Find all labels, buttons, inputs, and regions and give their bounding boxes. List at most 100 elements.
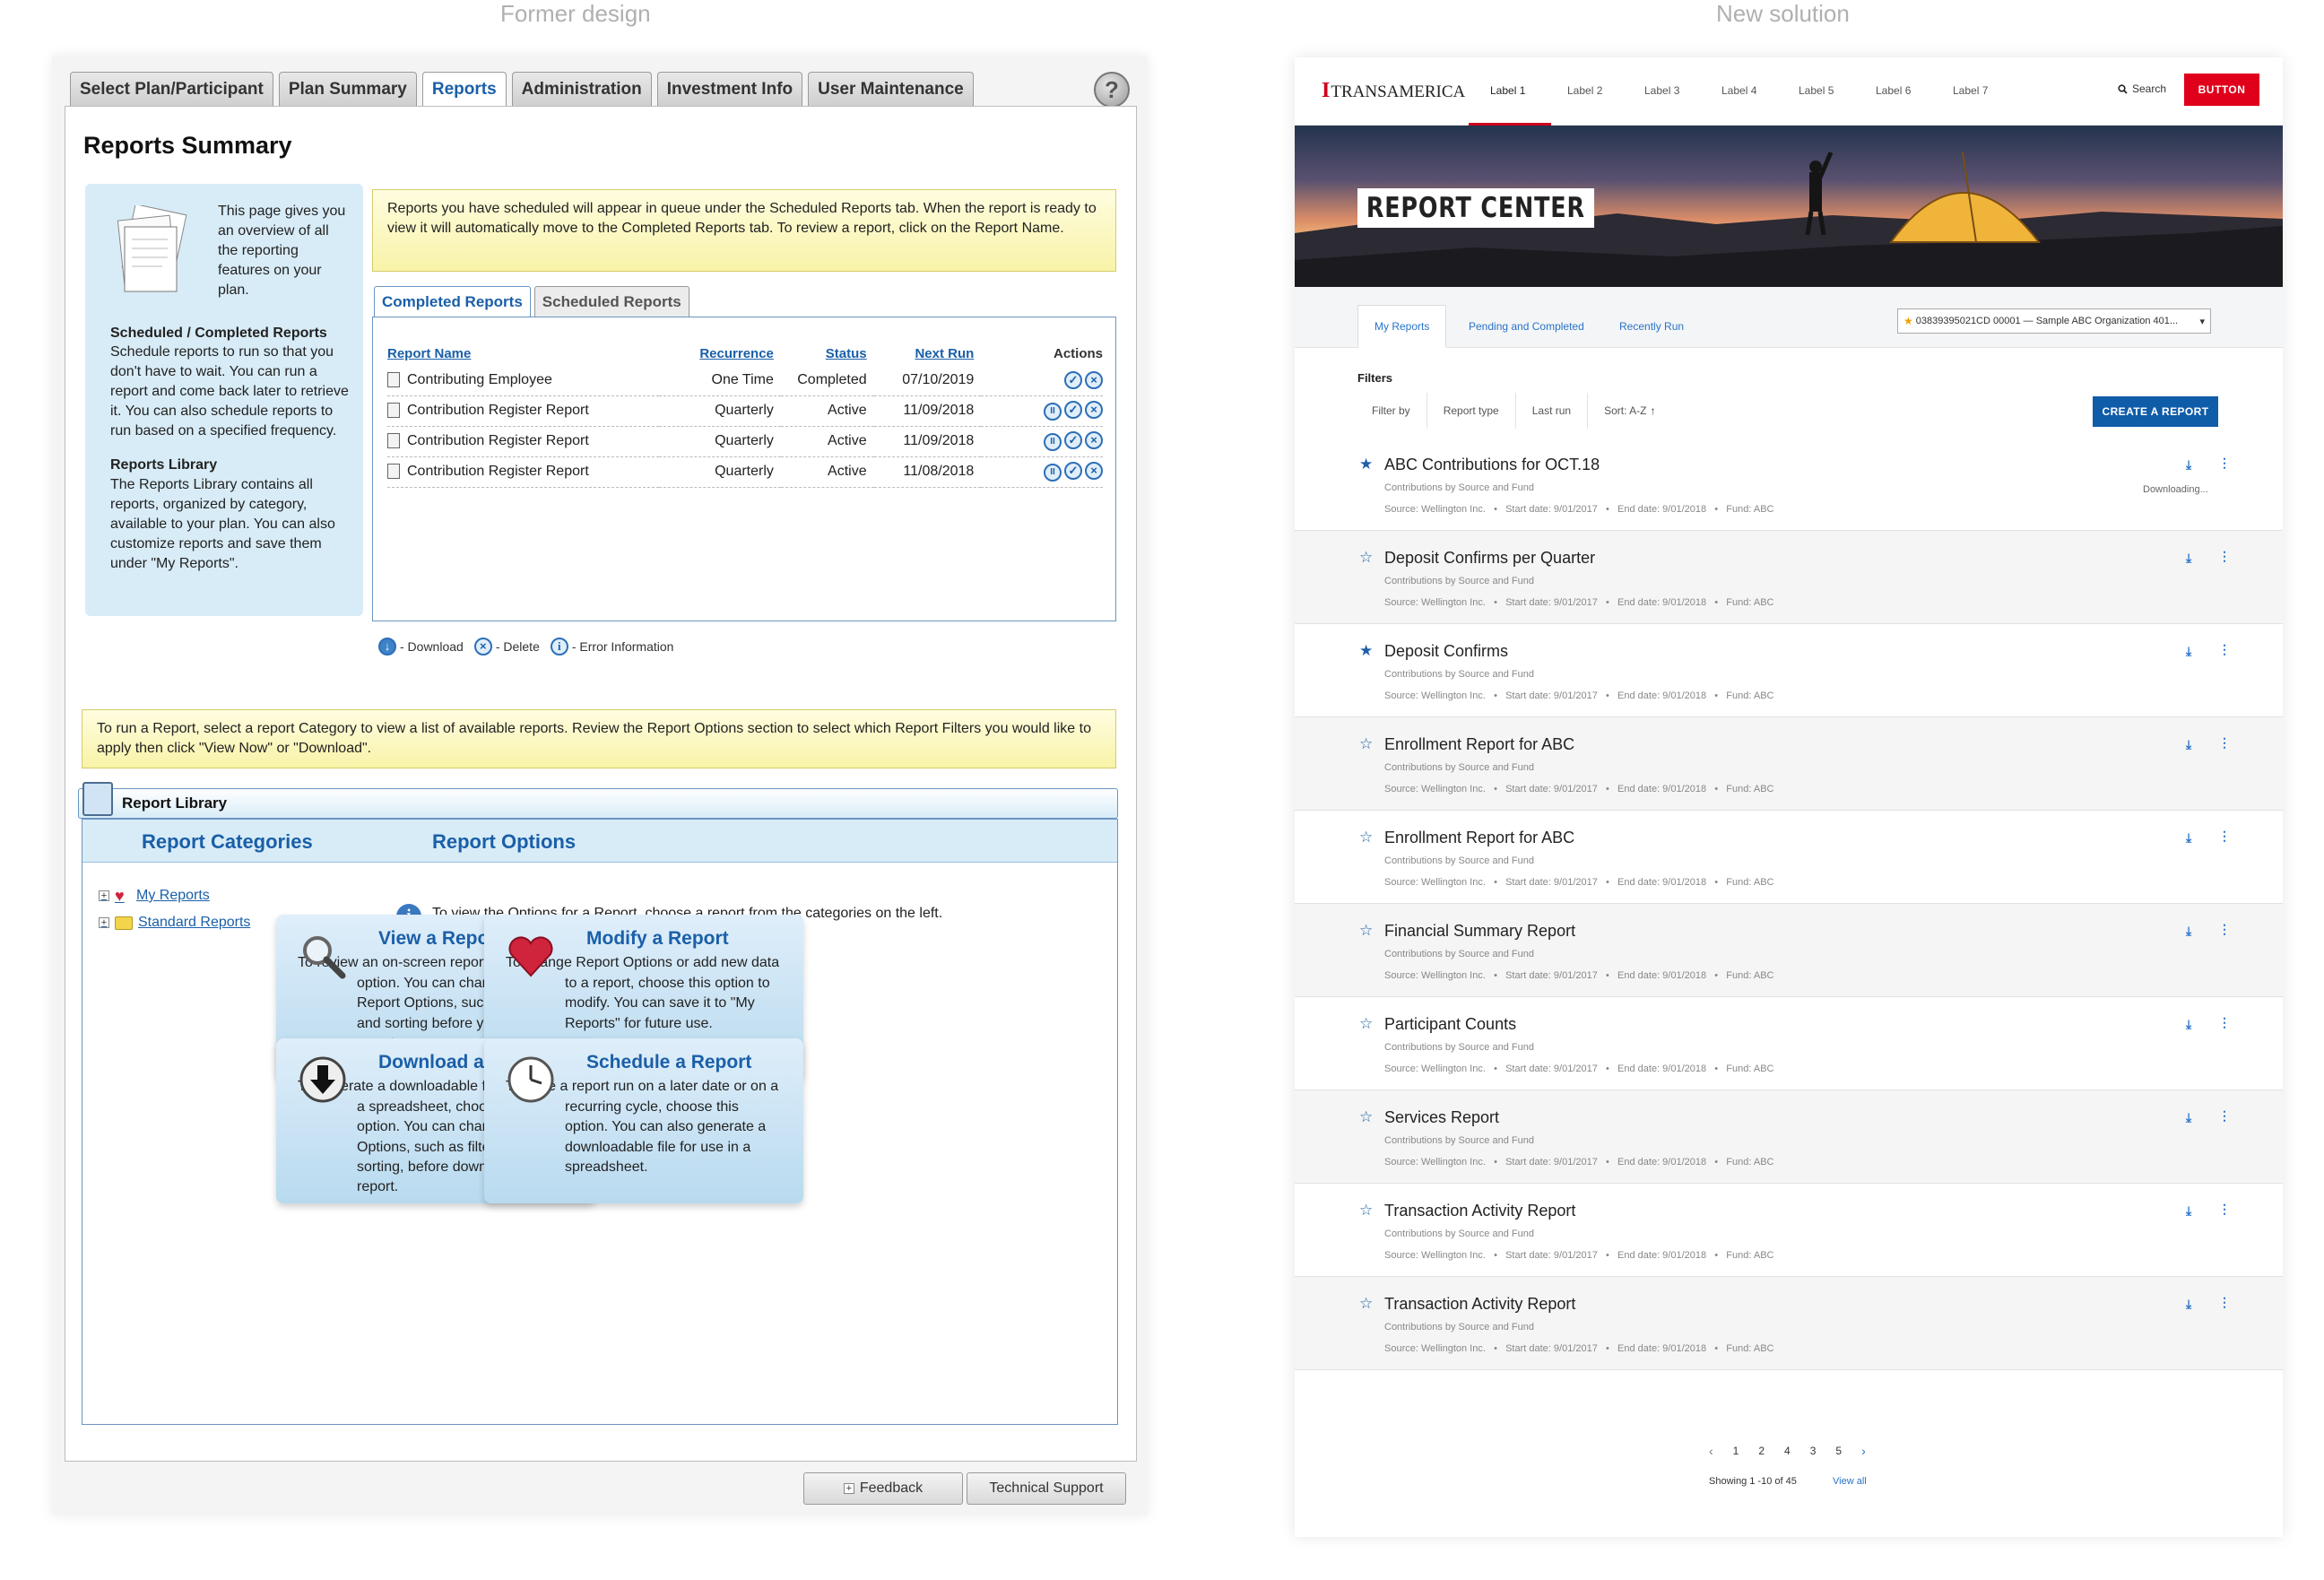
star-outline-icon[interactable]: ☆ xyxy=(1359,1108,1373,1126)
download-icon[interactable]: ⤓ xyxy=(2186,1297,2191,1312)
tree-item-my-reports[interactable]: + ♥ My Reports xyxy=(99,888,210,904)
report-name[interactable]: Contribution Register Report xyxy=(407,433,589,448)
pause-icon[interactable]: II xyxy=(1044,403,1062,421)
filter-filter-by[interactable]: Filter by xyxy=(1357,393,1427,429)
download-check-icon[interactable]: ✓ xyxy=(1064,370,1082,389)
technical-support-button[interactable]: Technical Support xyxy=(967,1472,1126,1505)
page-link[interactable]: 4 xyxy=(1784,1445,1791,1457)
delete-icon[interactable]: × xyxy=(1085,431,1103,449)
expand-icon[interactable]: + xyxy=(99,917,109,928)
report-row[interactable]: ★ Deposit Confirms Contributions by Source… xyxy=(1295,624,2283,717)
page-link[interactable]: 3 xyxy=(1810,1445,1817,1457)
more-icon[interactable]: ⋮ xyxy=(2218,1108,2231,1124)
download-check-icon[interactable]: ✓ xyxy=(1064,401,1082,419)
download-icon[interactable]: ⤓ xyxy=(2186,737,2191,752)
pause-icon[interactable]: II xyxy=(1044,433,1062,451)
tab-my-reports[interactable]: My Reports xyxy=(1357,305,1447,348)
report-title[interactable]: Financial Summary Report xyxy=(1384,922,1575,941)
option-card-schedule-a-report[interactable]: Schedule a Report To have a report run on… xyxy=(484,1038,803,1203)
plan-select-dropdown[interactable]: ★ 03839395021CD 00001 — Sample ABC Organ… xyxy=(1897,308,2211,334)
star-outline-icon[interactable]: ☆ xyxy=(1359,735,1373,753)
star-outline-icon[interactable]: ☆ xyxy=(1359,1202,1373,1220)
page-link[interactable]: 5 xyxy=(1835,1445,1842,1457)
report-name-cell[interactable]: Contribution Register Report xyxy=(387,456,660,488)
create-report-button[interactable]: CREATE A REPORT xyxy=(2093,396,2218,427)
nav-label-3[interactable]: Label 3 xyxy=(1644,84,1679,97)
filter-last-run[interactable]: Last run xyxy=(1516,393,1589,429)
report-row[interactable]: ☆ Services Report Contributions by Source … xyxy=(1295,1090,2283,1184)
more-icon[interactable]: ⋮ xyxy=(2218,1295,2231,1310)
tab-plan-summary[interactable]: Plan Summary xyxy=(278,72,417,106)
more-icon[interactable]: ⋮ xyxy=(2218,1015,2231,1030)
tab-reports[interactable]: Reports xyxy=(421,72,507,106)
report-title[interactable]: Services Report xyxy=(1384,1108,1499,1127)
chevron-right-icon[interactable]: › xyxy=(1861,1444,1866,1458)
view-all-link[interactable]: View all xyxy=(1833,1476,1867,1487)
star-outline-icon[interactable]: ☆ xyxy=(1359,1015,1373,1033)
nav-label-4[interactable]: Label 4 xyxy=(1721,84,1756,97)
report-name[interactable]: Contribution Register Report xyxy=(407,464,589,479)
tab-user-maintenance[interactable]: User Maintenance xyxy=(808,72,974,106)
feedback-button[interactable]: + Feedback xyxy=(803,1472,963,1505)
pause-icon[interactable]: II xyxy=(1044,464,1062,482)
report-row[interactable]: ☆ Deposit Confirms per Quarter Contributio… xyxy=(1295,531,2283,624)
more-icon[interactable]: ⋮ xyxy=(2218,922,2231,937)
download-icon[interactable]: ⤓ xyxy=(2186,457,2191,473)
report-row[interactable]: ☆ Enrollment Report for ABC Contributions … xyxy=(1295,811,2283,904)
help-icon[interactable]: ? xyxy=(1094,72,1130,108)
tab-administration[interactable]: Administration xyxy=(511,72,652,106)
report-title[interactable]: Participant Counts xyxy=(1384,1015,1516,1034)
report-row[interactable]: ☆ Financial Summary Report Contributions b… xyxy=(1295,904,2283,997)
report-name-cell[interactable]: Contribution Register Report xyxy=(387,395,660,427)
report-title[interactable]: Deposit Confirms per Quarter xyxy=(1384,549,1595,568)
download-icon[interactable]: ⤓ xyxy=(2186,924,2191,939)
transamerica-logo[interactable]: I TRANSAMERICA xyxy=(1322,79,1465,103)
tree-item-label[interactable]: My Reports xyxy=(136,888,210,904)
report-row[interactable]: ☆ Participant Counts Contributions by Sour… xyxy=(1295,997,2283,1090)
download-icon[interactable]: ⤓ xyxy=(2186,1017,2191,1032)
report-name[interactable]: Contribution Register Report xyxy=(407,403,589,418)
nav-label-7[interactable]: Label 7 xyxy=(1953,84,1988,97)
nav-label-5[interactable]: Label 5 xyxy=(1799,84,1834,97)
chevron-left-icon[interactable]: ‹ xyxy=(1709,1444,1713,1458)
star-filled-icon[interactable]: ★ xyxy=(1359,642,1373,660)
report-row[interactable]: ☆ Transaction Activity Report Contribution… xyxy=(1295,1277,2283,1370)
filter-report-type[interactable]: Report type xyxy=(1427,393,1516,429)
report-name-cell[interactable]: Contributing Employee xyxy=(387,365,660,396)
tab-completed-reports[interactable]: Completed Reports xyxy=(374,286,531,317)
more-icon[interactable]: ⋮ xyxy=(2218,829,2231,844)
delete-icon[interactable]: × xyxy=(1085,462,1103,480)
nav-label-2[interactable]: Label 2 xyxy=(1567,84,1602,97)
nav-label-1[interactable]: Label 1 xyxy=(1490,84,1525,97)
star-outline-icon[interactable]: ☆ xyxy=(1359,1295,1373,1313)
download-check-icon[interactable]: ✓ xyxy=(1064,431,1082,449)
report-title[interactable]: ABC Contributions for OCT.18 xyxy=(1384,456,1600,474)
star-outline-icon[interactable]: ☆ xyxy=(1359,922,1373,940)
report-name-cell[interactable]: Contribution Register Report xyxy=(387,426,660,457)
page-link[interactable]: 2 xyxy=(1758,1445,1765,1457)
tree-item-standard-reports[interactable]: + Standard Reports xyxy=(99,915,250,931)
report-title[interactable]: Transaction Activity Report xyxy=(1384,1295,1575,1314)
report-title[interactable]: Enrollment Report for ABC xyxy=(1384,829,1574,847)
more-icon[interactable]: ⋮ xyxy=(2218,735,2231,751)
star-outline-icon[interactable]: ☆ xyxy=(1359,549,1373,567)
nav-label-6[interactable]: Label 6 xyxy=(1876,84,1911,97)
star-outline-icon[interactable]: ☆ xyxy=(1359,829,1373,846)
delete-icon[interactable]: × xyxy=(1085,401,1103,419)
expand-icon[interactable]: + xyxy=(99,890,109,901)
filter-sort-a-z[interactable]: Sort: A-Z ↑ xyxy=(1588,393,1671,429)
download-icon[interactable]: ⤓ xyxy=(2186,644,2191,659)
report-title[interactable]: Deposit Confirms xyxy=(1384,642,1508,661)
report-row[interactable]: ☆ Enrollment Report for ABC Contributions … xyxy=(1295,717,2283,811)
tab-select-plan-participant[interactable]: Select Plan/Participant xyxy=(70,72,273,106)
report-title[interactable]: Transaction Activity Report xyxy=(1384,1202,1575,1220)
star-filled-icon[interactable]: ★ xyxy=(1359,456,1373,473)
delete-icon[interactable]: × xyxy=(1085,370,1103,389)
search-link[interactable]: Search xyxy=(2118,82,2166,95)
more-icon[interactable]: ⋮ xyxy=(2218,642,2231,657)
tab-recently-run[interactable]: Recently Run xyxy=(1603,305,1700,348)
report-name[interactable]: Contributing Employee xyxy=(407,372,552,387)
download-icon[interactable]: ⤓ xyxy=(2186,1203,2191,1219)
download-icon[interactable]: ⤓ xyxy=(2186,1110,2191,1125)
tree-item-label[interactable]: Standard Reports xyxy=(138,915,250,931)
